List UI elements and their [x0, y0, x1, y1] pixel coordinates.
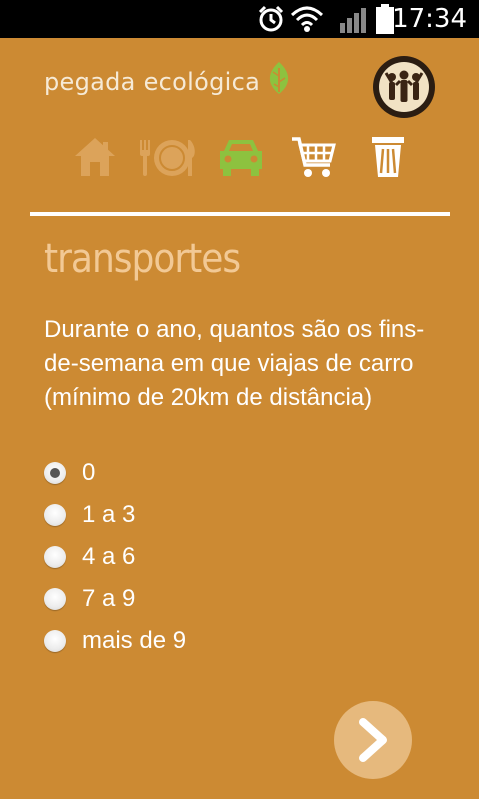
- category-home[interactable]: [72, 134, 118, 180]
- option-7-a-9[interactable]: 7 a 9: [44, 578, 186, 620]
- category-waste[interactable]: [368, 134, 408, 180]
- app-logo: pegada ecológica: [44, 62, 292, 102]
- community-button[interactable]: [373, 56, 435, 118]
- option-label: 7 a 9: [82, 585, 136, 612]
- radio-button[interactable]: [44, 504, 66, 526]
- option-label: 1 a 3: [82, 501, 136, 528]
- plate-cutlery-icon: [140, 140, 195, 176]
- option-mais-de-9[interactable]: mais de 9: [44, 620, 186, 662]
- option-label: mais de 9: [82, 627, 187, 654]
- alarm-icon: [256, 0, 286, 38]
- radio-button[interactable]: [44, 630, 66, 652]
- answer-options: 0 1 a 3 4 a 6 7 a 9 mais de 9: [44, 452, 186, 662]
- option-label: 0: [82, 459, 96, 486]
- chevron-right-icon: [359, 718, 387, 762]
- trash-icon: [372, 137, 404, 177]
- radio-button-selected[interactable]: [44, 462, 66, 484]
- status-time: 17:34: [392, 4, 467, 34]
- community-people-icon: [379, 62, 429, 112]
- radio-button[interactable]: [44, 546, 66, 568]
- leaf-icon: [266, 62, 292, 102]
- wifi-icon: [290, 0, 324, 38]
- option-label: 4 a 6: [82, 543, 136, 570]
- category-shopping[interactable]: [290, 134, 336, 180]
- radio-button[interactable]: [44, 588, 66, 610]
- cart-icon: [292, 137, 336, 177]
- divider: [30, 212, 450, 216]
- signal-icon: [338, 0, 372, 38]
- next-button[interactable]: [334, 701, 412, 779]
- option-4-a-6[interactable]: 4 a 6: [44, 536, 186, 578]
- option-0[interactable]: 0: [44, 452, 186, 494]
- house-icon: [75, 138, 115, 176]
- category-food[interactable]: [138, 134, 196, 180]
- option-1-a-3[interactable]: 1 a 3: [44, 494, 186, 536]
- category-transport[interactable]: [216, 134, 266, 180]
- car-icon: [220, 140, 262, 176]
- question-text: Durante o ano, quantos são os fins-de-se…: [44, 316, 425, 411]
- section-title: transportes: [44, 236, 241, 282]
- status-bar: 17:34: [0, 0, 479, 38]
- brand-name: pegada ecológica: [44, 68, 261, 96]
